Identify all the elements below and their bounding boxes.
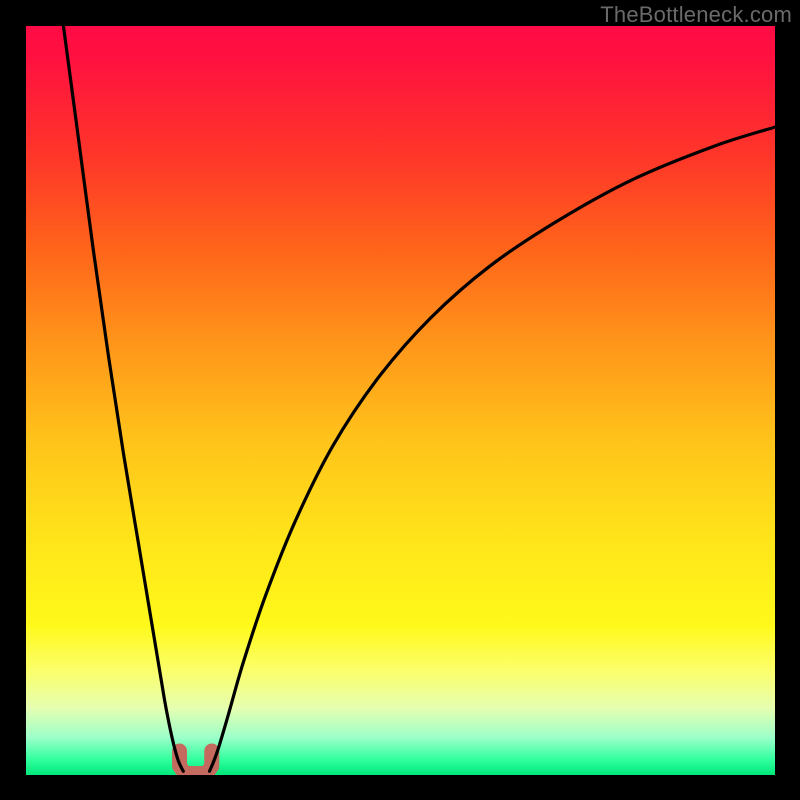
watermark-text: TheBottleneck.com: [600, 2, 792, 28]
chart-frame: TheBottleneck.com: [0, 0, 800, 800]
right-branch-curve: [210, 127, 775, 771]
left-branch-curve: [63, 26, 183, 771]
plot-area: [26, 26, 775, 775]
curve-layer: [26, 26, 775, 775]
